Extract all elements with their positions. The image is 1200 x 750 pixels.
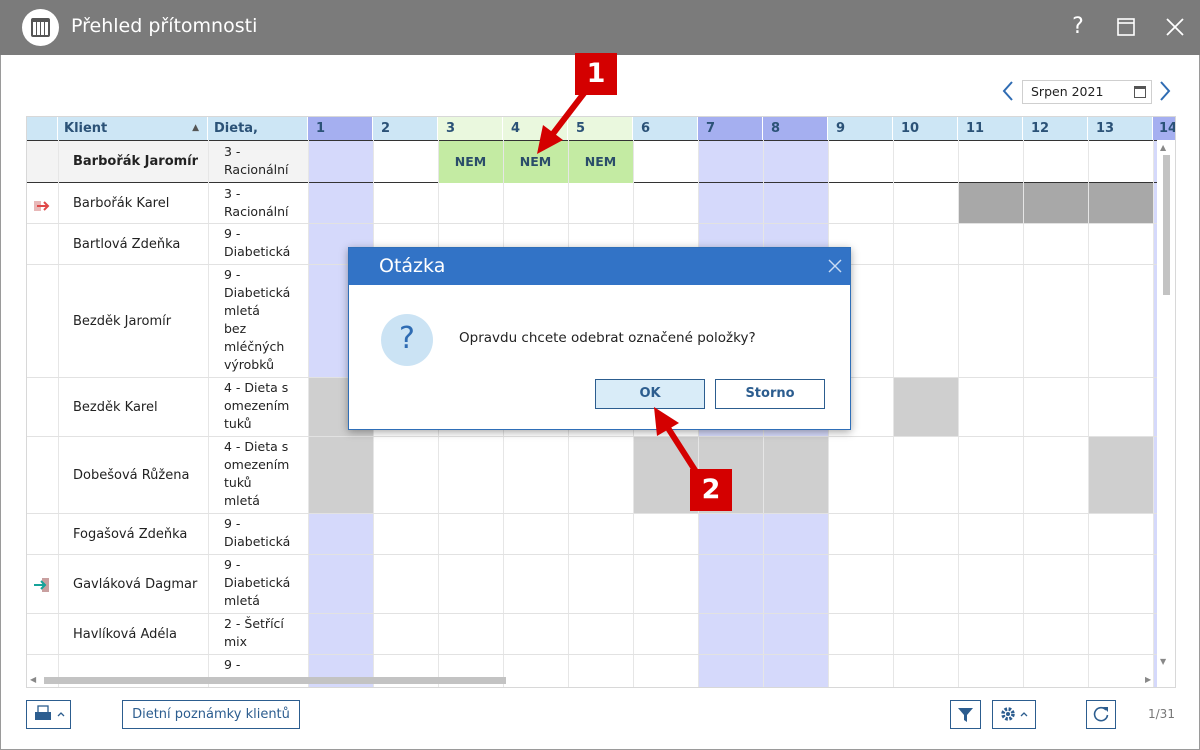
filter-button[interactable] bbox=[950, 700, 981, 729]
annotation-label: 1 bbox=[575, 53, 617, 95]
print-button[interactable] bbox=[26, 700, 71, 729]
refresh-button[interactable] bbox=[1086, 700, 1116, 729]
settings-button[interactable] bbox=[992, 700, 1036, 729]
page-indicator: 1/31 bbox=[1148, 707, 1175, 721]
diet-notes-button[interactable]: Dietní poznámky klientů bbox=[122, 700, 300, 729]
annotation-label: 2 bbox=[690, 469, 732, 511]
annotation-arrows bbox=[537, 86, 703, 480]
